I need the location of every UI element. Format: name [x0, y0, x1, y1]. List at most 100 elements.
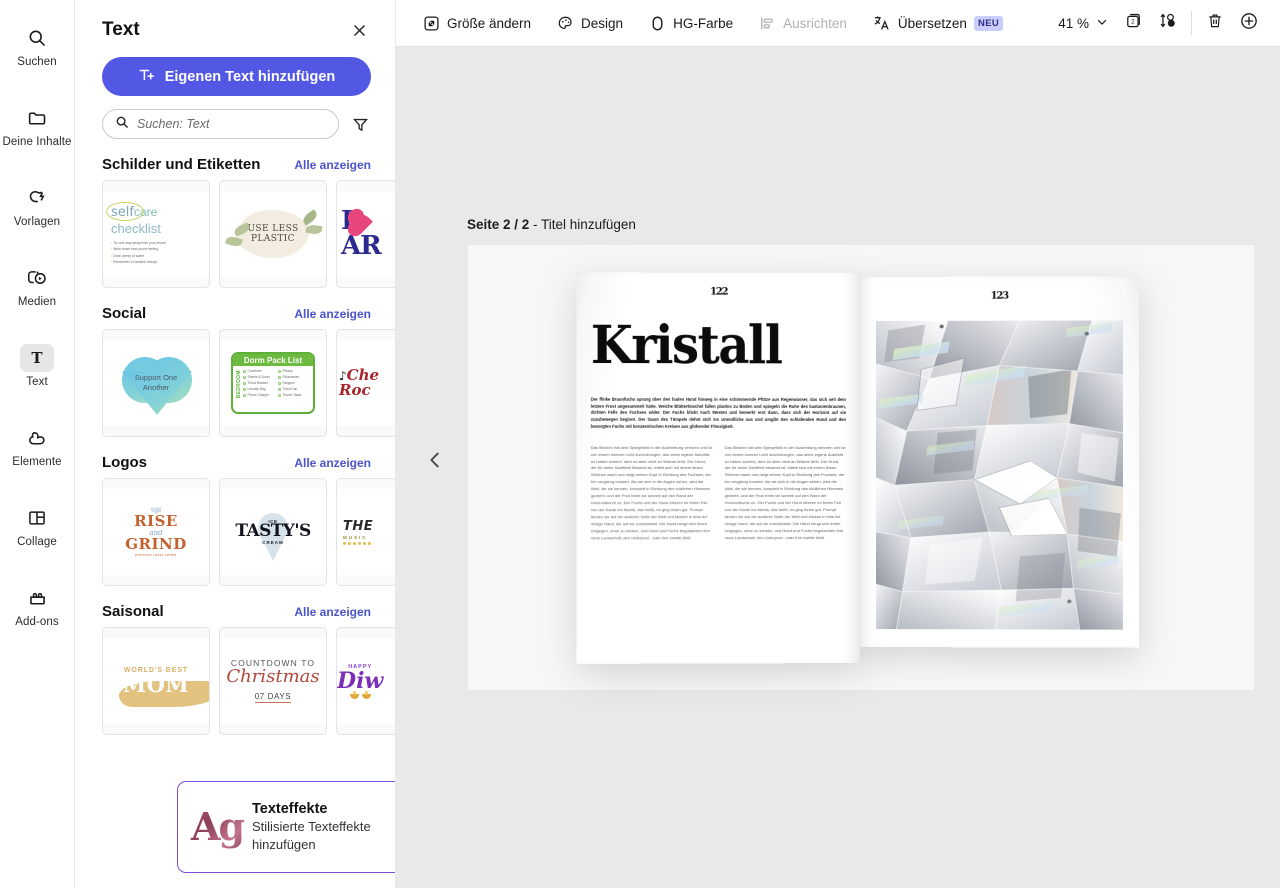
section-title: Saisonal [102, 603, 164, 620]
text-panel: Text Eigenen Text hinzufügen Suchen: Tex… [75, 0, 396, 888]
spread-canvas[interactable]: 122 Kristall Der flinke Braunfuchs spran… [468, 245, 1254, 690]
background-color-button[interactable]: HG-Farbe [636, 7, 746, 39]
zoom-value: 41 % [1058, 15, 1089, 31]
add-page-button[interactable] [1232, 7, 1266, 39]
see-all-link[interactable]: Alle anzeigen [294, 158, 371, 172]
sidebar-item-vorlagen[interactable]: Vorlagen [0, 166, 75, 246]
text-panel-scroll[interactable]: Text Eigenen Text hinzufügen Suchen: Tex… [75, 0, 395, 888]
resize-icon [423, 15, 440, 32]
text-effects-promo-card[interactable]: Ag Texteffekte Stilisierte Texteffekte h… [177, 781, 395, 873]
resize-button[interactable]: Größe ändern [410, 7, 544, 39]
palette-icon [557, 15, 574, 32]
sidebar-item-add-ons[interactable]: Add-ons [0, 566, 75, 646]
template-thumb-cheer-rock[interactable]: ♪Che Roc [336, 329, 395, 437]
template-thumb-worlds-best-mom[interactable]: WORLD'S BEST MOM [102, 627, 210, 735]
see-all-link[interactable]: Alle anzeigen [294, 307, 371, 321]
filter-icon[interactable] [349, 113, 371, 135]
design-button[interactable]: Design [544, 7, 636, 39]
template-thumb-rise-and-grind[interactable]: \\\|||/// RISE and GRIND premium roast c… [102, 478, 210, 586]
body-column-1[interactable]: Das Becken hat sein Spiegelbild in der A… [591, 444, 713, 542]
see-all-link[interactable]: Alle anzeigen [294, 605, 371, 619]
pages-button[interactable]: 2 [1117, 7, 1151, 39]
thumbnail-row: selfcare checklist Try and stay away fro… [75, 180, 395, 288]
translate-button[interactable]: Übersetzen NEU [860, 7, 1016, 39]
template-thumb-self-care-checklist[interactable]: selfcare checklist Try and stay away fro… [102, 180, 210, 288]
thumb-line: Support One [134, 372, 178, 382]
sidebar-item-label: Collage [17, 536, 57, 548]
body-column-2[interactable]: Das Becken hat sein Spiegelbild in der A… [725, 445, 846, 543]
headline[interactable]: Kristall [591, 315, 851, 377]
section-title: Schilder und Etiketten [102, 156, 261, 173]
thumb-list-item: Remember to breathe deeply [111, 259, 209, 265]
sidebar-item-medien[interactable]: Medien [0, 246, 75, 326]
template-thumb-i-love-art[interactable]: I AR [336, 180, 395, 288]
resize-label: Größe ändern [447, 15, 532, 31]
background-color-icon [649, 15, 666, 32]
section-header: Schilder und Etiketten Alle anzeigen [75, 156, 395, 173]
section-logos: Logos Alle anzeigen \\\|||/// RISE and G… [75, 454, 395, 586]
template-thumb-tastys-ice-cream[interactable]: ICE TASTY'S CREAM [219, 478, 327, 586]
thumb-list-item: Phone Charger [247, 393, 270, 398]
template-thumb-the-music-logo[interactable]: THE MUSIC [336, 478, 395, 586]
translate-label: Übersetzen [897, 15, 967, 31]
sidebar-item-elemente[interactable]: Elemente [0, 406, 75, 486]
reorder-pages-icon [1159, 11, 1178, 35]
spread-left-page[interactable]: 122 Kristall Der flinke Braunfuchs spran… [576, 272, 860, 664]
lede-paragraph[interactable]: Der flinke Braunfuchs sprang über den fa… [591, 397, 846, 431]
sidebar-item-label: Text [26, 376, 48, 388]
search-box[interactable] [102, 109, 339, 139]
align-icon [759, 15, 776, 32]
sidebar-item-suchen[interactable]: Suchen [0, 6, 75, 86]
previous-page-button[interactable] [418, 445, 452, 479]
background-color-label: HG-Farbe [673, 15, 734, 31]
template-thumb-dorm-pack-list[interactable]: Dorm Pack List BEDROOM Comforter Pillows… [219, 329, 327, 437]
svg-text:2: 2 [1131, 20, 1134, 26]
thumb-line: RISE [134, 511, 178, 530]
sidebar-item-label: Add-ons [15, 616, 59, 628]
folder-icon [20, 104, 54, 132]
search-input[interactable] [137, 117, 326, 131]
delete-page-button[interactable] [1198, 7, 1232, 39]
body-columns: Das Becken hat sein Spiegelbild in der A… [591, 444, 846, 542]
addons-icon [20, 584, 54, 612]
magazine-spread: 122 Kristall Der flinke Braunfuchs spran… [576, 272, 1140, 664]
thumbnail-row: Support One Another Dorm Pack List BEDRO… [75, 329, 395, 437]
template-thumb-support-one-another[interactable]: Support One Another [102, 329, 210, 437]
template-thumb-use-less-plastic[interactable]: USE LESS PLASTIC [219, 180, 327, 288]
reorder-pages-button[interactable] [1151, 7, 1185, 39]
sidebar-item-text[interactable]: T Text [0, 326, 75, 406]
collage-icon [20, 504, 54, 532]
thumb-vertical-label: BEDROOM [236, 370, 242, 399]
text-effects-art: Ag [186, 796, 248, 858]
sidebar-item-label: Suchen [17, 56, 57, 68]
close-icon[interactable] [347, 18, 371, 42]
thumb-header: Dorm Pack List [233, 354, 313, 366]
spread-right-page[interactable]: 123 [860, 276, 1140, 648]
zoom-control[interactable]: 41 % [1050, 15, 1117, 32]
section-saisonal: Saisonal Alle anzeigen WORLD'S BEST MOM [75, 603, 395, 735]
align-button[interactable]: Ausrichten [746, 7, 860, 39]
thumb-line: AR [341, 231, 382, 261]
promo-subtitle: Stilisierte Texteffekte hinzufügen [252, 818, 371, 852]
canvas-area[interactable]: Seite 2 / 2 - Titel hinzufügen 122 Krist… [396, 47, 1280, 888]
pages-icon: 2 [1125, 11, 1144, 35]
thumb-line: MUSIC [343, 535, 368, 540]
sidebar-item-deine-inhalte[interactable]: Deine Inhalte [0, 86, 75, 166]
add-custom-text-button[interactable]: Eigenen Text hinzufügen [102, 57, 371, 96]
shapes-icon [20, 424, 54, 452]
sidebar-item-collage[interactable]: Collage [0, 486, 75, 566]
add-custom-text-label: Eigenen Text hinzufügen [164, 68, 336, 85]
template-thumb-happy-diwali[interactable]: HAPPY Diw [336, 627, 395, 735]
thumb-line: USE LESS [247, 223, 299, 234]
text-panel-header: Text [75, 0, 395, 42]
top-toolbar: Größe ändern Design HG-Farbe Ausrichten … [396, 0, 1280, 47]
thumb-line: MOM [122, 672, 190, 697]
see-all-link[interactable]: Alle anzeigen [294, 456, 371, 470]
crystal-facets-photo[interactable] [876, 320, 1123, 630]
main-area: Größe ändern Design HG-Farbe Ausrichten … [396, 0, 1280, 888]
page-label-bold: Seite 2 / 2 [467, 217, 530, 232]
template-thumb-countdown-to-christmas[interactable]: COUNTDOWN TO Christmas 07 DAYS [219, 627, 327, 735]
chevron-down-icon [1095, 15, 1109, 32]
thumb-line: premium roast coffee [135, 552, 177, 557]
section-title: Logos [102, 454, 147, 471]
